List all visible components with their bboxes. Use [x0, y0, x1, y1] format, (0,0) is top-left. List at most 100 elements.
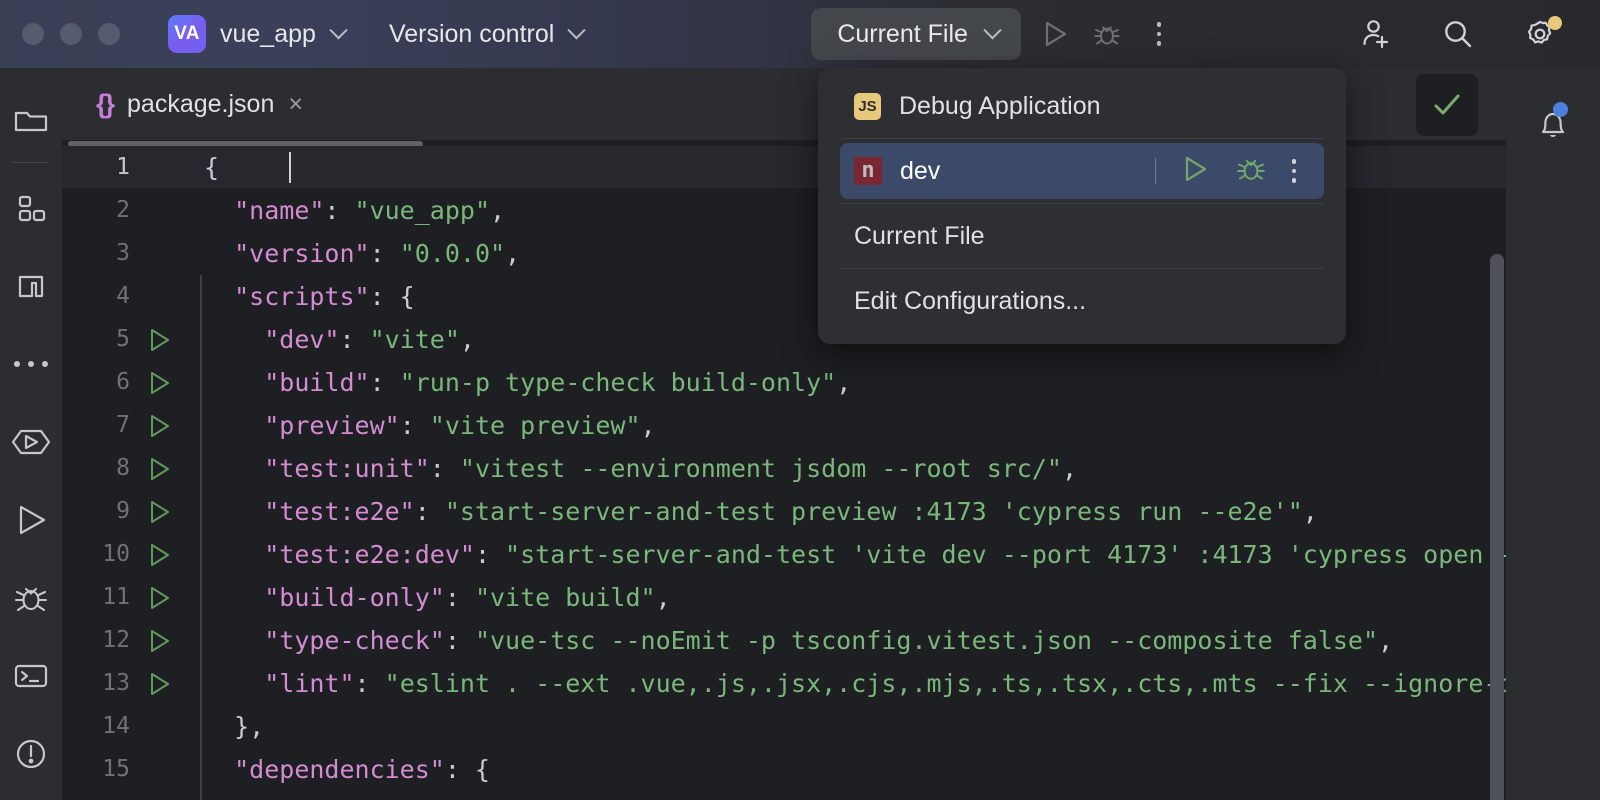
- code-line[interactable]: 8 "test:unit": "vitest --environment jsd…: [62, 447, 1506, 490]
- gutter-run-script-icon[interactable]: [134, 499, 194, 525]
- project-badge: VA: [168, 15, 206, 53]
- gutter-run-script-icon[interactable]: [134, 585, 194, 611]
- code-text: "build-only": "vite build",: [264, 583, 671, 612]
- sidebar-item-more[interactable]: [0, 325, 62, 403]
- line-number: 10: [102, 541, 130, 567]
- line-number: 9: [116, 498, 130, 524]
- text-caret: [289, 152, 291, 183]
- search-icon[interactable]: [1432, 8, 1484, 60]
- run-configuration-popup: JS Debug Application n dev Current File …: [818, 68, 1346, 344]
- line-number: 3: [116, 240, 130, 266]
- scrollbar-thumb-vertical[interactable]: [1490, 254, 1504, 800]
- run-configuration-label: Current File: [837, 19, 968, 48]
- run-config-chevron-down-icon: [983, 19, 1002, 49]
- editor-tab-package-json[interactable]: {} package.json ×: [62, 68, 325, 140]
- code-text: },: [204, 712, 265, 741]
- sidebar-item-project[interactable]: [0, 82, 62, 160]
- js-file-icon: JS: [854, 92, 881, 120]
- right-tool-strip: [1506, 68, 1600, 800]
- run-configuration-selector[interactable]: Current File: [811, 8, 1021, 60]
- code-text: "test:unit": "vitest --environment jsdom…: [264, 454, 1078, 483]
- line-number: 2: [116, 197, 130, 223]
- window-controls[interactable]: [22, 23, 120, 45]
- close-window-button[interactable]: [22, 23, 44, 45]
- action-divider: [1154, 158, 1156, 184]
- popup-item-actions: [1154, 154, 1303, 189]
- code-text: "test:e2e:dev": "start-server-and-test '…: [264, 540, 1506, 569]
- code-line[interactable]: 9 "test:e2e": "start-server-and-test pre…: [62, 490, 1506, 533]
- sidebar-item-run-with-coverage[interactable]: [0, 403, 62, 481]
- code-text: "scripts": {: [234, 282, 415, 311]
- code-line[interactable]: 7 "preview": "vite preview",: [62, 404, 1506, 447]
- line-number: 5: [116, 326, 130, 352]
- gutter-run-script-icon[interactable]: [134, 542, 194, 568]
- sidebar-item-npm[interactable]: [0, 247, 62, 325]
- titlebar-right-actions: [1350, 8, 1600, 60]
- code-line[interactable]: 15 "dependencies": {: [62, 748, 1506, 791]
- code-line[interactable]: 11 "build-only": "vite build",: [62, 576, 1506, 619]
- popup-separator: [840, 268, 1324, 269]
- title-bar: VA vue_app Version control Current File: [0, 0, 1600, 68]
- popup-item-debug-application[interactable]: JS Debug Application: [818, 78, 1346, 134]
- line-number: 4: [116, 283, 130, 309]
- code-text: "dependencies": {: [234, 755, 490, 784]
- gutter-run-script-icon[interactable]: [134, 413, 194, 439]
- project-name[interactable]: vue_app: [220, 20, 316, 49]
- editor-tab-label: package.json: [127, 89, 275, 118]
- popup-item-label: Debug Application: [899, 91, 1101, 120]
- left-tool-strip: [0, 68, 62, 800]
- popup-item-label: Current File: [854, 221, 985, 250]
- code-line[interactable]: 12 "type-check": "vue-tsc --noEmit -p ts…: [62, 619, 1506, 662]
- code-text: "preview": "vite preview",: [264, 411, 656, 440]
- code-line[interactable]: 6 "build": "run-p type-check build-only"…: [62, 361, 1506, 404]
- popup-item-current-file[interactable]: Current File: [818, 208, 1346, 264]
- popup-item-dev[interactable]: n dev: [840, 143, 1324, 199]
- sidebar-item-problems[interactable]: [0, 715, 62, 793]
- sidebar-item-debug[interactable]: [0, 559, 62, 637]
- minimize-window-button[interactable]: [60, 23, 82, 45]
- sidebar-item-terminal[interactable]: [0, 637, 62, 715]
- code-line[interactable]: 10 "test:e2e:dev": "start-server-and-tes…: [62, 533, 1506, 576]
- version-control-chevron-down-icon[interactable]: [567, 19, 587, 49]
- gutter-run-script-icon[interactable]: [134, 671, 194, 697]
- project-dropdown-chevron-icon[interactable]: [329, 19, 348, 49]
- code-line[interactable]: 14 },: [62, 705, 1506, 748]
- line-number: 6: [116, 369, 130, 395]
- line-number: 1: [116, 154, 130, 180]
- code-text: "dev": "vite",: [264, 325, 475, 354]
- popup-item-edit-configurations[interactable]: Edit Configurations...: [818, 273, 1346, 329]
- popup-run-icon[interactable]: [1180, 154, 1210, 189]
- line-number: 12: [102, 627, 130, 653]
- line-number: 13: [102, 670, 130, 696]
- strip-divider: [13, 162, 49, 163]
- popup-more-options-icon[interactable]: [1291, 159, 1303, 183]
- code-text: {: [204, 153, 220, 182]
- version-control-label[interactable]: Version control: [389, 20, 554, 49]
- run-button[interactable]: [1029, 8, 1081, 60]
- npm-run-icon: n: [854, 157, 882, 185]
- debug-button[interactable]: [1081, 8, 1133, 60]
- popup-debug-icon[interactable]: [1234, 154, 1268, 189]
- more-run-actions-button[interactable]: [1133, 8, 1185, 60]
- inspection-status-ok-icon[interactable]: [1416, 74, 1478, 136]
- gutter-run-script-icon[interactable]: [134, 628, 194, 654]
- sidebar-item-run[interactable]: [0, 481, 62, 559]
- line-number: 14: [102, 713, 130, 739]
- line-number: 15: [102, 756, 130, 782]
- gutter-run-script-icon[interactable]: [134, 456, 194, 482]
- popup-item-label: Edit Configurations...: [854, 286, 1087, 315]
- maximize-window-button[interactable]: [98, 23, 120, 45]
- gutter-run-script-icon[interactable]: [134, 327, 194, 353]
- popup-item-label: dev: [900, 156, 941, 185]
- code-line[interactable]: 13 "lint": "eslint . --ext .vue,.js,.jsx…: [62, 662, 1506, 705]
- popup-separator: [840, 203, 1324, 204]
- line-number: 11: [102, 584, 130, 610]
- notification-badge: [1553, 102, 1568, 117]
- close-icon[interactable]: ×: [288, 91, 303, 117]
- add-user-icon[interactable]: [1350, 8, 1402, 60]
- settings-gear-icon[interactable]: [1514, 8, 1566, 60]
- sidebar-item-structure[interactable]: [0, 169, 62, 247]
- popup-separator: [840, 138, 1324, 139]
- gutter-run-script-icon[interactable]: [134, 370, 194, 396]
- sidebar-item-notifications[interactable]: [1522, 90, 1584, 160]
